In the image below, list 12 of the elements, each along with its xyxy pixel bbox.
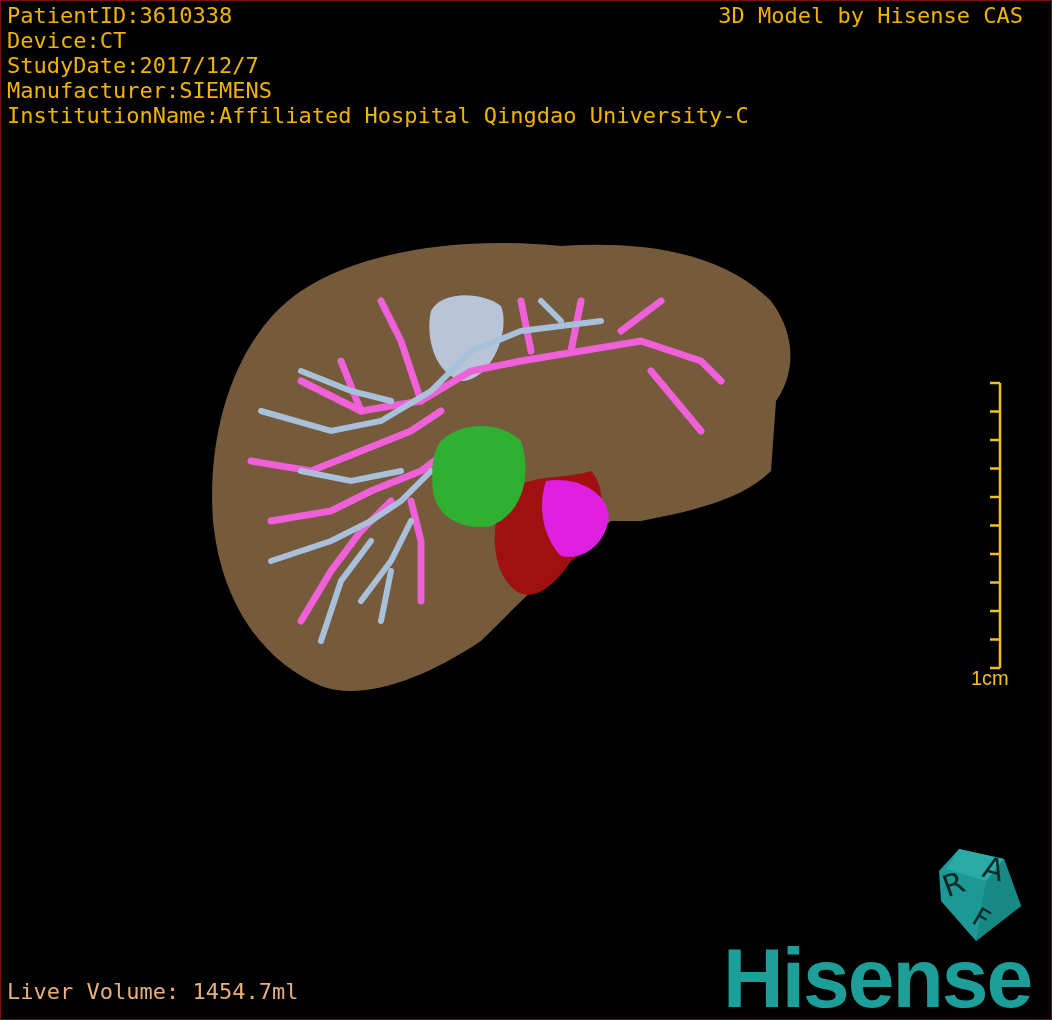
patient-info-text: PatientID:3610338 bbox=[7, 3, 233, 28]
patient-info-text: Device:CT bbox=[7, 28, 127, 53]
patient-info-text: InstitutionName:Affiliated Hospital Qingdao University-C bbox=[7, 103, 749, 128]
patient-info-text: Manufacturer:SIEMENS bbox=[7, 78, 272, 103]
cube-face-label: F bbox=[967, 901, 996, 935]
patient-info-text: StudyDate:2017/12/7 bbox=[7, 53, 259, 78]
model-credit-text: 3D Model by Hisense CAS bbox=[718, 3, 1023, 28]
scale-label: 1cm bbox=[971, 667, 1009, 690]
cube-face-label: R bbox=[937, 864, 970, 905]
orientation-cube[interactable]: R A F bbox=[937, 849, 1021, 941]
cube-face-label: A bbox=[979, 849, 1009, 889]
liver-volume-text: Liver Volume: 1454.7ml bbox=[7, 979, 299, 1005]
